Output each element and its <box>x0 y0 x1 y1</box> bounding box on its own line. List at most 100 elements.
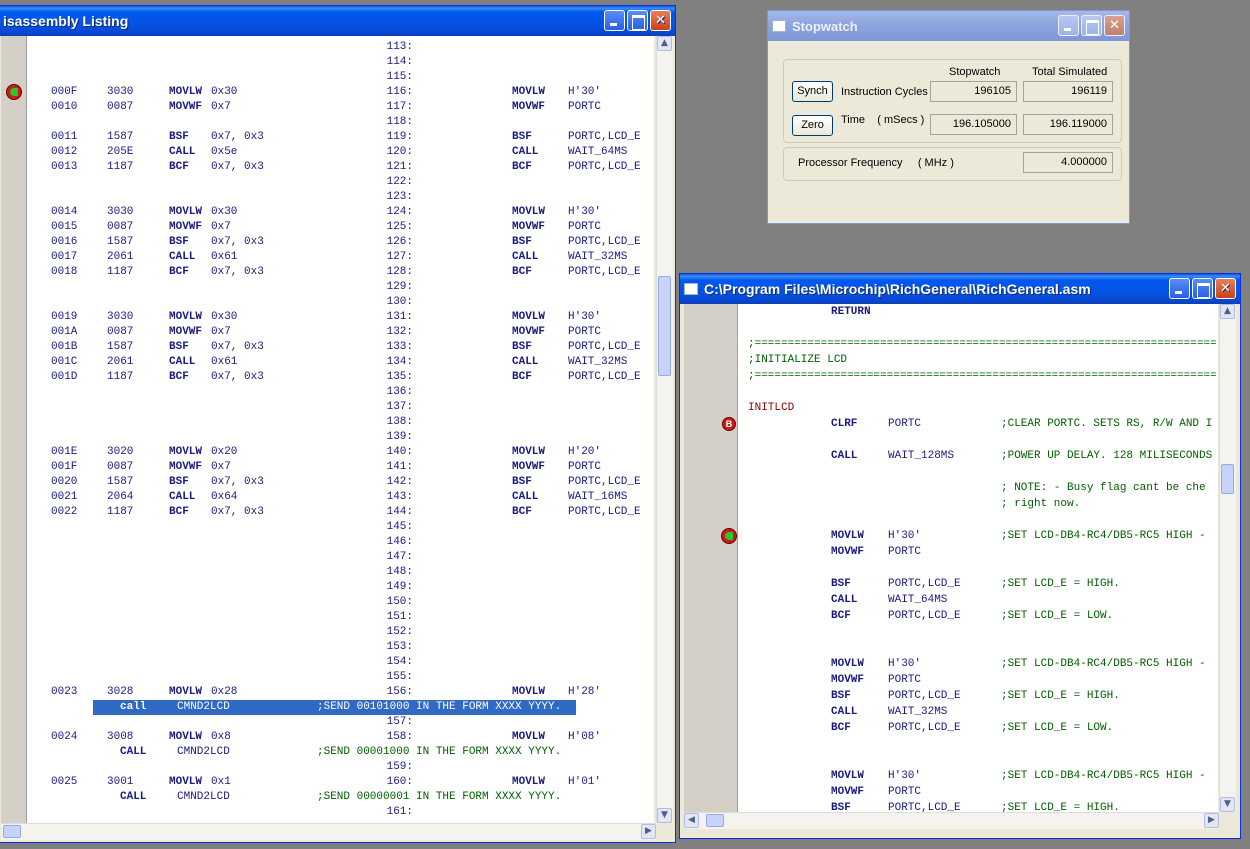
synch-button[interactable]: Synch <box>792 81 833 102</box>
source-line[interactable] <box>738 560 1218 576</box>
disassembly-titlebar[interactable]: isassembly Listing ✕ <box>0 6 675 36</box>
source-line[interactable]: CALL WAIT_32MS <box>738 704 1218 720</box>
source-line[interactable]: CALL CMND2LCD ;SEND 00001000 IN THE FORM X… <box>27 745 654 760</box>
disassembly-line[interactable]: 0025 3001 MOVLW 0x1 160: MOVLW H'01' <box>27 775 654 790</box>
zero-button[interactable]: Zero <box>792 115 833 136</box>
hscroll-thumb[interactable] <box>3 825 21 838</box>
disassembly-line[interactable]: 139: <box>27 430 654 445</box>
disassembly-line[interactable]: 161: <box>27 805 654 820</box>
source-line[interactable]: MOVWF PORTC <box>738 672 1218 688</box>
disassembly-line[interactable]: 159: <box>27 760 654 775</box>
source-line[interactable] <box>738 464 1218 480</box>
source-line[interactable]: BSF PORTC,LCD_E ;SET LCD_E = HIGH. <box>738 688 1218 704</box>
disassembly-line[interactable]: 147: <box>27 550 654 565</box>
disassembly-line[interactable]: 0021 2064 CALL 0x64 143: CALL WAIT_16MS <box>27 490 654 505</box>
scroll-thumb[interactable] <box>1221 464 1234 494</box>
disassembly-line[interactable]: 149: <box>27 580 654 595</box>
source-line[interactable]: MOVLW H'30' ;SET LCD-DB4-RC4/DB5-RC5 HIGH … <box>738 768 1218 784</box>
source-line[interactable] <box>738 432 1218 448</box>
disassembly-line[interactable]: 0017 2061 CALL 0x61 127: CALL WAIT_32MS <box>27 250 654 265</box>
scroll-up-icon[interactable]: ▲ <box>657 36 672 51</box>
disassembly-line[interactable]: 137: <box>27 400 654 415</box>
disassembly-line[interactable]: 001F 0087 MOVWF 0x7 141: MOVWF PORTC <box>27 460 654 475</box>
source-line[interactable]: BCF PORTC,LCD_E ;SET LCD_E = LOW. <box>738 720 1218 736</box>
source-vertical-scrollbar[interactable]: ▲ ▼ <box>1219 304 1236 812</box>
source-line[interactable]: ;INITIALIZE LCD <box>738 352 1218 368</box>
disassembly-code-area[interactable]: 113: 114: 115: 000F 3030 MOVLW 0x30 116: MOVLW H'… <box>27 36 654 823</box>
scroll-thumb[interactable] <box>658 276 671 376</box>
source-line[interactable]: ; NOTE: - Busy flag cant be che <box>738 480 1218 496</box>
source-horizontal-scrollbar[interactable]: ◀ ▶ <box>684 812 1219 829</box>
disassembly-line[interactable]: 001E 3020 MOVLW 0x20 140: MOVLW H'20' <box>27 445 654 460</box>
source-line[interactable]: MOVLW H'30' ;SET LCD-DB4-RC4/DB5-RC5 HIGH … <box>738 528 1218 544</box>
source-line[interactable]: INITLCD <box>738 400 1218 416</box>
source-line[interactable] <box>738 640 1218 656</box>
scroll-down-icon[interactable]: ▼ <box>657 808 672 823</box>
breakpoint-icon[interactable]: B <box>722 417 736 431</box>
disassembly-line[interactable]: 001A 0087 MOVWF 0x7 132: MOVWF PORTC <box>27 325 654 340</box>
maximize-button[interactable] <box>1081 15 1102 36</box>
disassembly-line[interactable]: 123: <box>27 190 654 205</box>
source-line[interactable]: MOVWF PORTC <box>738 784 1218 800</box>
source-line[interactable]: CALL WAIT_128MS ;POWER UP DELAY. 128 MILIS… <box>738 448 1218 464</box>
hscroll-thumb[interactable] <box>706 814 724 827</box>
source-line[interactable]: BSF PORTC,LCD_E ;SET LCD_E = HIGH. <box>738 576 1218 592</box>
disassembly-line[interactable]: 0012 205E CALL 0x5e 120: CALL WAIT_64MS <box>27 145 654 160</box>
disassembly-line[interactable]: 001C 2061 CALL 0x61 134: CALL WAIT_32MS <box>27 355 654 370</box>
disassembly-line[interactable]: 0014 3030 MOVLW 0x30 124: MOVLW H'30' <box>27 205 654 220</box>
disassembly-line[interactable]: 0018 1187 BCF 0x7, 0x3 128: BCF PORTC,LCD_E <box>27 265 654 280</box>
disassembly-line[interactable]: 0010 0087 MOVWF 0x7 117: MOVWF PORTC <box>27 100 654 115</box>
disassembly-line[interactable]: 000F 3030 MOVLW 0x30 116: MOVLW H'30' <box>27 85 654 100</box>
disassembly-line[interactable]: 0020 1587 BSF 0x7, 0x3 142: BSF PORTC,LCD_E <box>27 475 654 490</box>
disassembly-line[interactable]: 115: <box>27 70 654 85</box>
maximize-button[interactable] <box>627 10 648 31</box>
disassembly-line[interactable]: 155: <box>27 670 654 685</box>
disassembly-line[interactable]: 138: <box>27 415 654 430</box>
disassembly-line[interactable]: 157: <box>27 715 654 730</box>
disassembly-line[interactable]: 0024 3008 MOVLW 0x8 158: MOVLW H'08' <box>27 730 654 745</box>
minimize-button[interactable] <box>1169 278 1190 299</box>
disassembly-line[interactable]: 130: <box>27 295 654 310</box>
disassembly-line[interactable]: 154: <box>27 655 654 670</box>
minimize-button[interactable] <box>604 10 625 31</box>
disassembly-line[interactable]: 0016 1587 BSF 0x7, 0x3 126: BSF PORTC,LCD_E <box>27 235 654 250</box>
source-line[interactable] <box>738 384 1218 400</box>
scroll-right-icon[interactable]: ▶ <box>641 824 656 839</box>
disassembly-line[interactable]: 113: <box>27 40 654 55</box>
disassembly-line[interactable]: 0015 0087 MOVWF 0x7 125: MOVWF PORTC <box>27 220 654 235</box>
source-line[interactable]: CLRF PORTC ;CLEAR PORTC. SETS RS, R/W AND … <box>738 416 1218 432</box>
source-line[interactable]: RETURN <box>738 304 1218 320</box>
close-button[interactable]: ✕ <box>650 10 671 31</box>
close-button[interactable]: ✕ <box>1215 278 1236 299</box>
scroll-up-icon[interactable]: ▲ <box>1220 304 1235 319</box>
source-gutter[interactable]: B <box>684 304 738 812</box>
disassembly-line[interactable]: 146: <box>27 535 654 550</box>
minimize-button[interactable] <box>1058 15 1079 36</box>
scroll-right-icon[interactable]: ▶ <box>1204 813 1219 828</box>
source-line[interactable]: ;=======================================… <box>738 336 1218 352</box>
processor-frequency-field[interactable]: 4.000000 <box>1023 152 1113 173</box>
source-line[interactable]: CALL CMND2LCD ;SEND 00000001 IN THE FORM X… <box>27 790 654 805</box>
source-line[interactable]: BCF PORTC,LCD_E ;SET LCD_E = LOW. <box>738 608 1218 624</box>
disassembly-line[interactable]: 150: <box>27 595 654 610</box>
disassembly-gutter[interactable] <box>1 36 27 823</box>
source-line[interactable]: MOVLW H'30' ;SET LCD-DB4-RC4/DB5-RC5 HIGH … <box>738 656 1218 672</box>
source-line[interactable] <box>738 320 1218 336</box>
disassembly-line[interactable]: 136: <box>27 385 654 400</box>
disassembly-line[interactable]: 114: <box>27 55 654 70</box>
source-line[interactable]: ; right now. <box>738 496 1218 512</box>
source-line[interactable] <box>738 752 1218 768</box>
source-line[interactable]: call CMND2LCD ;SEND 00101000 IN THE FORM X… <box>27 700 654 715</box>
disassembly-line[interactable]: 145: <box>27 520 654 535</box>
disassembly-line[interactable]: 0013 1187 BCF 0x7, 0x3 121: BCF PORTC,LCD_E <box>27 160 654 175</box>
stopwatch-titlebar[interactable]: Stopwatch ✕ <box>768 11 1129 41</box>
source-line[interactable] <box>738 624 1218 640</box>
disassembly-line[interactable]: 0011 1587 BSF 0x7, 0x3 119: BSF PORTC,LCD_E <box>27 130 654 145</box>
close-button[interactable]: ✕ <box>1104 15 1125 36</box>
source-line[interactable]: BSF PORTC,LCD_E ;SET LCD_E = HIGH. <box>738 800 1218 812</box>
disassembly-line[interactable]: 118: <box>27 115 654 130</box>
source-line[interactable]: CALL WAIT_64MS <box>738 592 1218 608</box>
source-titlebar[interactable]: C:\Program Files\Microchip\RichGeneral\R… <box>680 274 1240 304</box>
scroll-down-icon[interactable]: ▼ <box>1220 797 1235 812</box>
disassembly-line[interactable]: 0023 3028 MOVLW 0x28 156: MOVLW H'28' <box>27 685 654 700</box>
